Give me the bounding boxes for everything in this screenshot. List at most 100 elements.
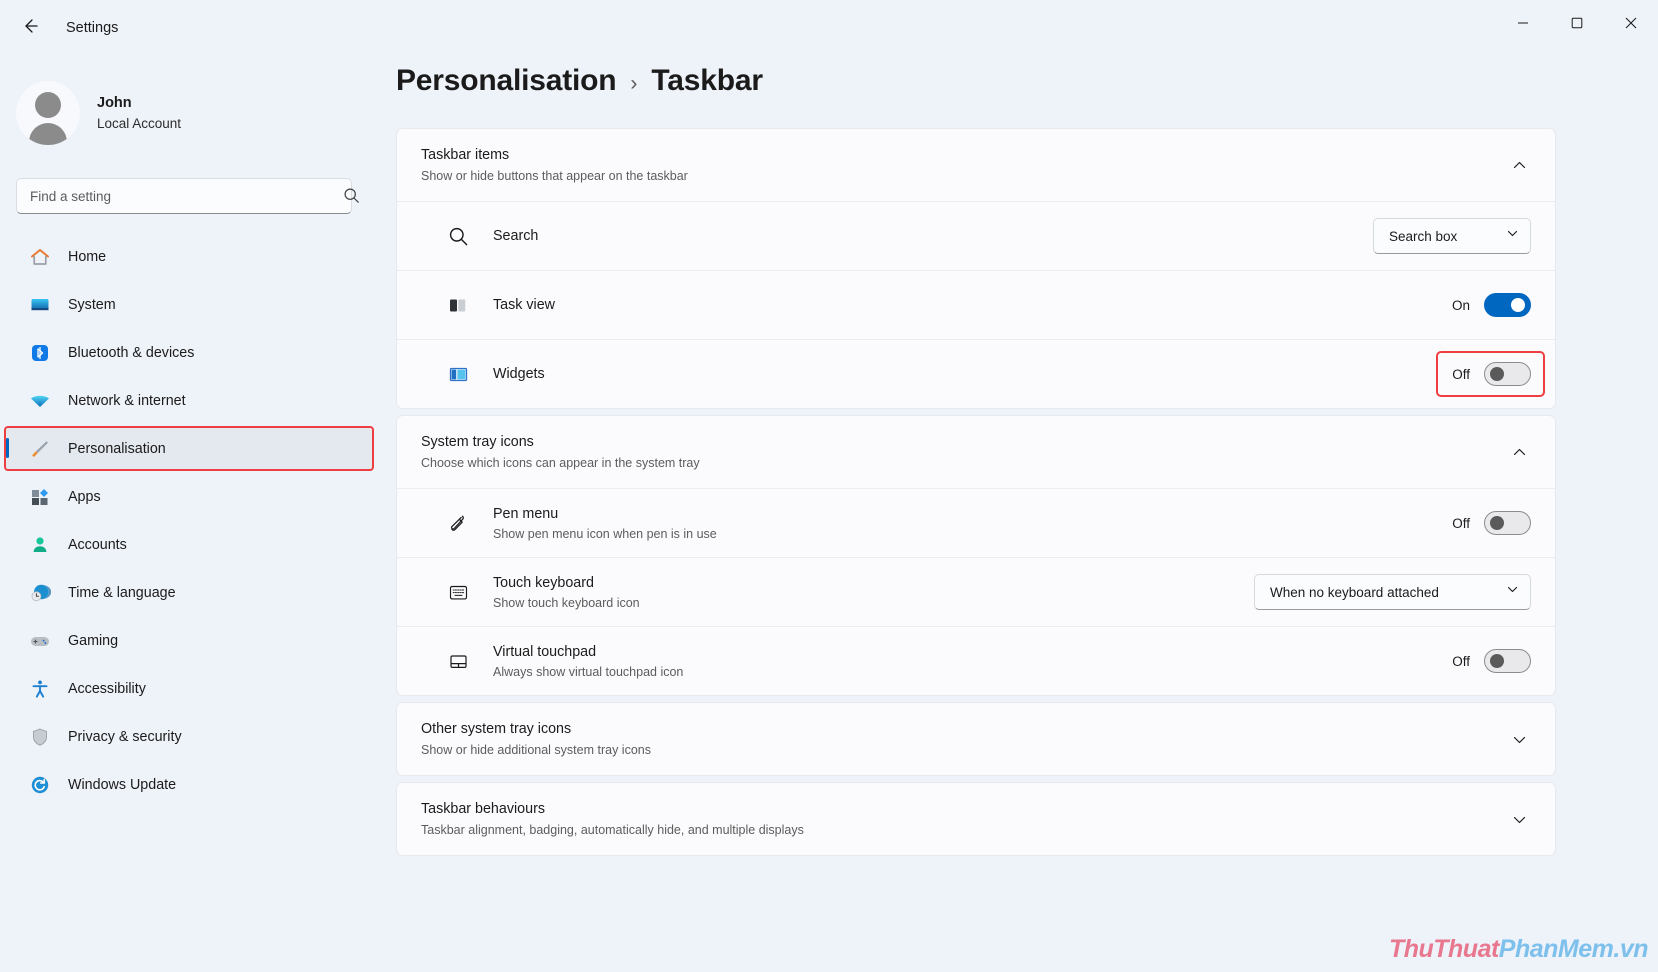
gamepad-icon xyxy=(28,629,52,653)
sidebar-item-time-language[interactable]: Time & language xyxy=(6,572,372,613)
watermark-part2: PhanMem.vn xyxy=(1498,935,1649,963)
card-subtitle: Show or hide additional system tray icon… xyxy=(421,743,651,757)
chevron-up-icon[interactable] xyxy=(1507,153,1531,177)
watermark: ThuThuatPhanMem.vn xyxy=(1388,935,1649,964)
sidebar-item-home[interactable]: Home xyxy=(6,236,372,277)
sidebar-item-personalisation[interactable]: Personalisation xyxy=(4,426,374,471)
search-container xyxy=(16,178,372,214)
touchpad-icon xyxy=(445,651,471,672)
bluetooth-icon xyxy=(28,341,52,365)
card-taskbar-items: Taskbar items Show or hide buttons that … xyxy=(396,128,1556,409)
chevron-down-icon xyxy=(1506,227,1519,245)
minimize-icon xyxy=(1518,22,1528,24)
pen-menu-toggle[interactable] xyxy=(1484,511,1531,535)
card-header-system-tray-icons[interactable]: System tray icons Choose which icons can… xyxy=(397,416,1555,488)
widgets-icon xyxy=(445,364,471,385)
sidebar-item-label: Apps xyxy=(68,488,101,505)
maximize-button[interactable] xyxy=(1550,0,1604,46)
account-type: Local Account xyxy=(97,115,182,131)
toggle-state-label: On xyxy=(1451,297,1470,313)
card-header-other-system-tray-icons[interactable]: Other system tray icons Show or hide add… xyxy=(397,703,1555,775)
row-title: Touch keyboard xyxy=(493,574,594,591)
sidebar-item-label: Accessibility xyxy=(68,680,146,697)
keyboard-icon xyxy=(445,582,471,603)
search-mode-dropdown[interactable]: Search box xyxy=(1373,218,1531,254)
sidebar-item-accounts[interactable]: Accounts xyxy=(6,524,372,565)
card-taskbar-behaviours: Taskbar behaviours Taskbar alignment, ba… xyxy=(396,782,1556,856)
content-area: Personalisation › Taskbar Taskbar items … xyxy=(388,56,1658,972)
row-subtitle: Always show virtual touchpad icon xyxy=(493,664,684,679)
sidebar-nav: Home System Bluetooth & devices Network … xyxy=(0,236,388,812)
breadcrumb: Personalisation › Taskbar xyxy=(396,56,1658,128)
close-button[interactable] xyxy=(1604,0,1658,46)
shield-icon xyxy=(28,725,52,749)
search-input[interactable] xyxy=(16,178,352,214)
row-touch-keyboard[interactable]: Touch keyboard Show touch keyboard icon … xyxy=(397,558,1555,626)
back-button[interactable] xyxy=(8,9,52,47)
task-view-icon xyxy=(445,295,471,316)
sidebar-item-accessibility[interactable]: Accessibility xyxy=(6,668,372,709)
settings-cards: Taskbar items Show or hide buttons that … xyxy=(396,128,1556,856)
breadcrumb-parent[interactable]: Personalisation xyxy=(396,64,617,98)
system-icon xyxy=(28,293,52,317)
sidebar-item-system[interactable]: System xyxy=(6,284,372,325)
sidebar-item-label: Home xyxy=(68,248,107,265)
sidebar-item-network[interactable]: Network & internet xyxy=(6,380,372,421)
card-title: Taskbar behaviours xyxy=(421,801,545,817)
row-title: Task view xyxy=(493,297,555,313)
card-subtitle: Taskbar alignment, badging, automaticall… xyxy=(421,823,804,837)
row-virtual-touchpad[interactable]: Virtual touchpad Always show virtual tou… xyxy=(397,627,1555,695)
card-system-tray-icons: System tray icons Choose which icons can… xyxy=(396,415,1556,696)
sidebar-item-apps[interactable]: Apps xyxy=(6,476,372,517)
sidebar-item-label: System xyxy=(68,296,116,313)
card-other-system-tray-icons: Other system tray icons Show or hide add… xyxy=(396,702,1556,776)
apps-icon xyxy=(28,485,52,509)
maximize-icon xyxy=(1571,17,1583,29)
row-title: Search xyxy=(493,228,539,244)
accounts-icon xyxy=(28,533,52,557)
task-view-toggle[interactable] xyxy=(1484,293,1531,317)
row-subtitle: Show pen menu icon when pen is in use xyxy=(493,526,717,541)
sidebar-item-privacy-security[interactable]: Privacy & security xyxy=(6,716,372,757)
card-subtitle: Choose which icons can appear in the sys… xyxy=(421,456,700,470)
avatar xyxy=(16,81,80,145)
touch-keyboard-dropdown[interactable]: When no keyboard attached xyxy=(1254,574,1531,610)
sidebar-item-label: Bluetooth & devices xyxy=(68,344,195,361)
row-pen-menu[interactable]: Pen menu Show pen menu icon when pen is … xyxy=(397,489,1555,557)
sidebar-item-gaming[interactable]: Gaming xyxy=(6,620,372,661)
sidebar-item-windows-update[interactable]: Windows Update xyxy=(6,764,372,805)
sidebar-item-bluetooth[interactable]: Bluetooth & devices xyxy=(6,332,372,373)
row-task-view[interactable]: Task view On xyxy=(397,271,1555,339)
sidebar-item-label: Gaming xyxy=(68,632,119,649)
home-icon xyxy=(28,245,52,269)
card-title: Taskbar items xyxy=(421,147,510,163)
card-header-taskbar-behaviours[interactable]: Taskbar behaviours Taskbar alignment, ba… xyxy=(397,783,1555,855)
toggle-state-label: Off xyxy=(1452,653,1470,669)
account-summary[interactable]: John Local Account xyxy=(0,56,388,156)
sidebar-item-label: Network & internet xyxy=(68,392,186,409)
minimize-button[interactable] xyxy=(1496,0,1550,46)
chevron-right-icon: › xyxy=(630,72,638,95)
virtual-touchpad-toggle[interactable] xyxy=(1484,649,1531,673)
search-icon xyxy=(445,226,471,247)
row-search[interactable]: Search Search box xyxy=(397,202,1555,270)
accessibility-icon xyxy=(28,677,52,701)
dropdown-value: Search box xyxy=(1389,228,1458,244)
card-header-taskbar-items[interactable]: Taskbar items Show or hide buttons that … xyxy=(397,129,1555,201)
chevron-down-icon[interactable] xyxy=(1507,727,1531,751)
wifi-icon xyxy=(28,389,52,413)
row-widgets[interactable]: Widgets Off xyxy=(397,340,1555,408)
arrow-left-icon xyxy=(20,16,40,41)
chevron-down-icon xyxy=(1506,583,1519,601)
sidebar: John Local Account Find a setting Home S… xyxy=(0,56,388,972)
widgets-toggle[interactable] xyxy=(1484,362,1531,386)
dropdown-value: When no keyboard attached xyxy=(1270,584,1439,600)
sidebar-item-label: Privacy & security xyxy=(68,728,182,745)
row-title: Widgets xyxy=(493,366,545,382)
toggle-state-label: Off xyxy=(1452,366,1470,382)
chevron-down-icon[interactable] xyxy=(1507,807,1531,831)
settings-window: Settings John Local Account Find a setti… xyxy=(0,0,1658,972)
row-subtitle: Show touch keyboard icon xyxy=(493,595,640,610)
watermark-part1: ThuThuat xyxy=(1388,935,1499,963)
chevron-up-icon[interactable] xyxy=(1507,440,1531,464)
